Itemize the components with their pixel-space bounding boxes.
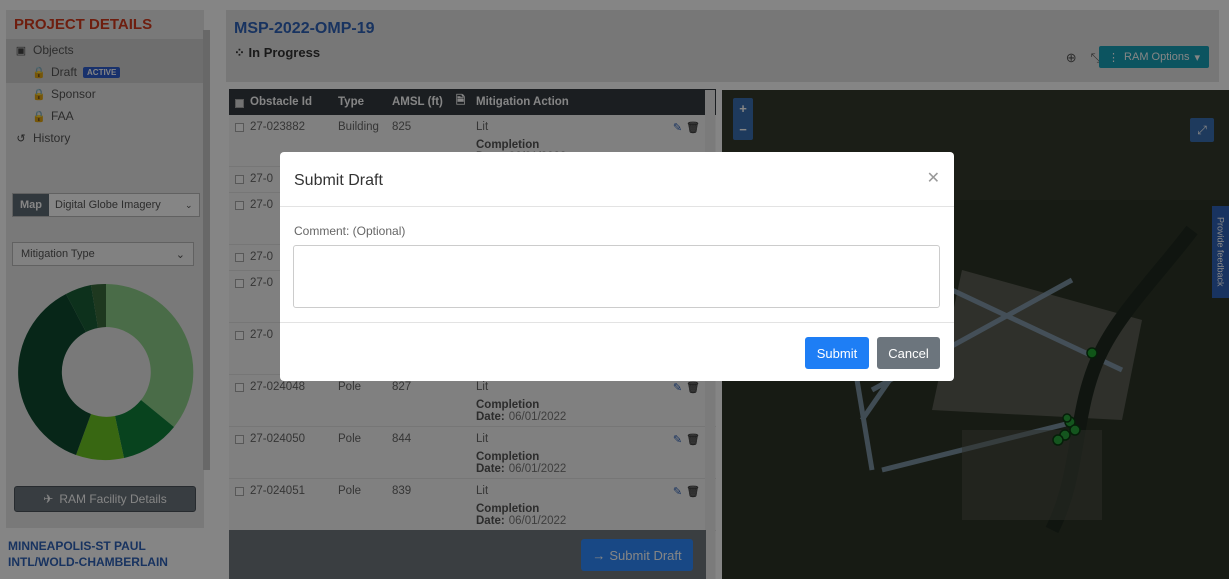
modal-title: Submit Draft [294, 172, 383, 189]
comment-label: Comment: (Optional) [294, 224, 406, 238]
submit-draft-modal: Submit Draft ✕ Comment: (Optional) Submi… [280, 152, 954, 381]
close-icon[interactable]: ✕ [927, 168, 940, 188]
divider [280, 322, 954, 323]
cancel-button[interactable]: Cancel [877, 337, 940, 369]
submit-button[interactable]: Submit [805, 337, 869, 369]
divider [280, 206, 954, 207]
comment-input[interactable] [293, 245, 940, 308]
